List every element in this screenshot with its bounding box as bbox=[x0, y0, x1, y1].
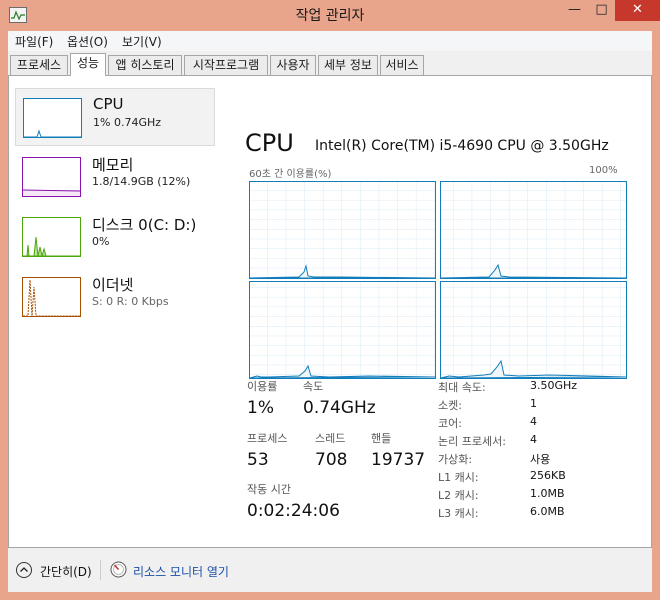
spec-l2-value: 1.0MB bbox=[530, 487, 565, 500]
utilization-label: 이용률 bbox=[247, 380, 278, 393]
cpu-thumbnail-graph bbox=[23, 98, 82, 138]
title-bar[interactable]: 작업 관리자 — □ ✕ bbox=[0, 0, 660, 31]
spec-virtualization-value: 사용 bbox=[530, 453, 551, 466]
sidebar-item-sub: 0% bbox=[92, 235, 110, 248]
tab-processes[interactable]: 프로세스 bbox=[10, 55, 68, 75]
speed-label: 속도 bbox=[303, 380, 324, 393]
speed-value: 0.74GHz bbox=[303, 398, 376, 418]
processes-label: 프로세스 bbox=[247, 432, 288, 445]
tab-performance[interactable]: 성능 bbox=[70, 53, 106, 76]
menu-bar: 파일(F) 옵션(O) 보기(V) bbox=[8, 31, 652, 51]
core-graph-0 bbox=[249, 181, 436, 279]
spec-max-speed-value: 3.50GHz bbox=[530, 379, 578, 392]
core-graph-2 bbox=[249, 281, 436, 379]
tab-details[interactable]: 세부 정보 bbox=[318, 55, 378, 75]
sidebar-item-label: CPU bbox=[93, 95, 124, 113]
cpu-model-name: Intel(R) Core(TM) i5-4690 CPU @ 3.50GHz bbox=[315, 138, 609, 154]
maximize-button[interactable]: □ bbox=[588, 0, 615, 21]
task-manager-window: 작업 관리자 — □ ✕ 파일(F) 옵션(O) 보기(V) 프로세스 성능 앱… bbox=[0, 0, 660, 600]
spec-l2-label: L2 캐시: bbox=[438, 489, 479, 502]
spec-l1-label: L1 캐시: bbox=[438, 471, 479, 484]
spec-sockets-label: 소켓: bbox=[438, 399, 462, 412]
client-area: 파일(F) 옵션(O) 보기(V) 프로세스 성능 앱 히스토리 시작프로그램 … bbox=[8, 31, 652, 592]
performance-panel: CPU 1% 0.74GHz 메모리 1.8/14.9GB (12%) 디스크 … bbox=[8, 75, 652, 548]
spec-logical-value: 4 bbox=[530, 433, 537, 446]
footer-divider bbox=[100, 560, 101, 580]
disk-thumbnail-graph bbox=[22, 217, 81, 257]
tab-app-history[interactable]: 앱 히스토리 bbox=[108, 55, 182, 75]
spec-l1-value: 256KB bbox=[530, 469, 566, 482]
spec-virtualization-label: 가상화: bbox=[438, 453, 473, 466]
tab-services[interactable]: 서비스 bbox=[380, 55, 424, 75]
threads-label: 스레드 bbox=[315, 432, 346, 445]
graph-max-label: 100% bbox=[589, 165, 618, 176]
cpu-heading: CPU bbox=[245, 129, 294, 157]
sidebar-item-label: 이더넷 bbox=[92, 276, 134, 294]
sidebar-item-memory[interactable]: 메모리 1.8/14.9GB (12%) bbox=[15, 148, 215, 206]
resource-monitor-icon[interactable] bbox=[110, 561, 127, 578]
graph-time-label: 60초 간 이용률(%) bbox=[249, 169, 332, 180]
spec-l3-value: 6.0MB bbox=[530, 505, 565, 518]
menu-file[interactable]: 파일(F) bbox=[15, 33, 53, 50]
chevron-up-icon[interactable] bbox=[16, 562, 32, 578]
core-graph-3 bbox=[440, 281, 627, 379]
sidebar-item-sub: 1.8/14.9GB (12%) bbox=[92, 175, 191, 188]
utilization-value: 1% bbox=[247, 398, 274, 418]
tab-startup[interactable]: 시작프로그램 bbox=[184, 55, 268, 75]
sidebar-item-sub: S: 0 R: 0 Kbps bbox=[92, 295, 169, 308]
core-graph-1 bbox=[440, 181, 627, 279]
memory-thumbnail-graph bbox=[22, 157, 81, 197]
uptime-label: 작동 시간 bbox=[247, 483, 291, 496]
fewer-details-link[interactable]: 간단히(D) bbox=[40, 563, 92, 580]
close-button[interactable]: ✕ bbox=[615, 0, 660, 21]
sidebar-item-ethernet[interactable]: 이더넷 S: 0 R: 0 Kbps bbox=[15, 268, 215, 326]
tab-strip: 프로세스 성능 앱 히스토리 시작프로그램 사용자 세부 정보 서비스 bbox=[8, 53, 652, 76]
sidebar-item-label: 디스크 0(C: D:) bbox=[92, 216, 197, 234]
threads-value: 708 bbox=[315, 450, 348, 470]
spec-l3-label: L3 캐시: bbox=[438, 507, 479, 520]
spec-logical-label: 논리 프로세서: bbox=[438, 435, 506, 448]
sidebar-item-label: 메모리 bbox=[92, 156, 134, 174]
spec-max-speed-label: 최대 속도: bbox=[438, 381, 486, 394]
open-resource-monitor-link[interactable]: 리소스 모니터 열기 bbox=[133, 563, 229, 580]
handles-label: 핸들 bbox=[371, 432, 392, 445]
spec-cores-label: 코어: bbox=[438, 417, 462, 430]
ethernet-thumbnail-graph bbox=[22, 277, 81, 317]
uptime-value: 0:02:24:06 bbox=[247, 501, 340, 521]
spec-sockets-value: 1 bbox=[530, 397, 537, 410]
spec-cores-value: 4 bbox=[530, 415, 537, 428]
sidebar-item-sub: 1% 0.74GHz bbox=[93, 116, 162, 129]
sidebar-item-cpu[interactable]: CPU 1% 0.74GHz bbox=[15, 88, 215, 146]
sidebar-item-disk[interactable]: 디스크 0(C: D:) 0% bbox=[15, 208, 215, 266]
footer-bar: 간단히(D) 리소스 모니터 열기 bbox=[8, 548, 652, 592]
handles-value: 19737 bbox=[371, 450, 426, 470]
minimize-button[interactable]: — bbox=[561, 0, 588, 21]
menu-view[interactable]: 보기(V) bbox=[122, 33, 162, 50]
menu-options[interactable]: 옵션(O) bbox=[67, 33, 108, 50]
processes-value: 53 bbox=[247, 450, 269, 470]
tab-users[interactable]: 사용자 bbox=[270, 55, 316, 75]
cpu-core-graphs bbox=[249, 181, 627, 379]
